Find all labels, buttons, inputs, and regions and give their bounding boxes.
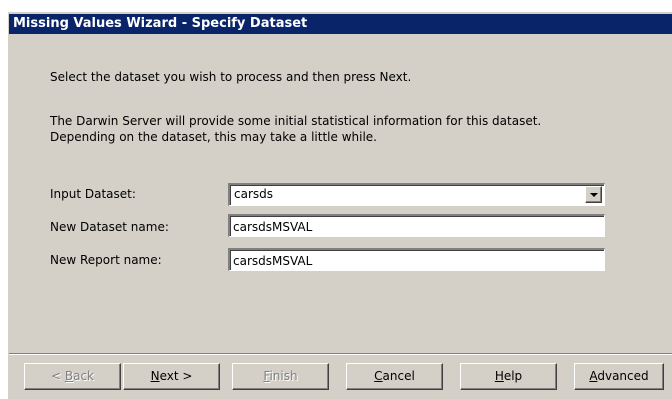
wizard-window: Missing Values Wizard - Specify Dataset …: [0, 0, 672, 399]
finish-button-label: inish: [269, 369, 298, 383]
instruction-server-info: The Darwin Server will provide some init…: [50, 114, 542, 128]
new-dataset-label: New Dataset name:: [50, 220, 169, 234]
chevron-down-icon: [590, 193, 598, 197]
cancel-button-label: ancel: [382, 369, 415, 383]
back-button-prefix: <: [50, 369, 65, 383]
title-bar: Missing Values Wizard - Specify Dataset: [9, 14, 672, 34]
back-button-accel: B: [64, 369, 74, 383]
input-dataset-label: Input Dataset:: [50, 187, 136, 201]
input-dataset-value: carsds: [234, 187, 274, 201]
new-report-label: New Report name:: [50, 253, 162, 267]
help-button[interactable]: Help: [460, 363, 557, 390]
cancel-button[interactable]: Cancel: [346, 363, 443, 390]
next-button[interactable]: Next >: [123, 363, 220, 390]
instruction-wait: Depending on the dataset, this may take …: [50, 130, 377, 144]
cancel-button-accel: C: [374, 369, 383, 383]
new-report-field[interactable]: [228, 248, 605, 271]
input-dataset-dropdown[interactable]: carsds: [228, 183, 605, 206]
next-button-label: ext >: [159, 369, 193, 383]
help-button-label: elp: [503, 369, 523, 383]
new-dataset-field[interactable]: [228, 214, 605, 237]
finish-button[interactable]: Finish: [232, 363, 329, 390]
button-separator-highlight: [9, 354, 672, 355]
next-button-accel: N: [150, 369, 160, 383]
help-button-accel: H: [494, 369, 504, 383]
frame-top-edge: [0, 0, 672, 12]
frame-left-edge: [0, 0, 8, 399]
back-button[interactable]: < Back: [24, 363, 121, 390]
back-button-label: ack: [73, 369, 94, 383]
dropdown-button[interactable]: [585, 186, 602, 203]
instruction-select: Select the dataset you wish to process a…: [50, 70, 412, 84]
advanced-button-label: dvanced: [597, 369, 649, 383]
advanced-button[interactable]: Advanced: [574, 363, 664, 390]
